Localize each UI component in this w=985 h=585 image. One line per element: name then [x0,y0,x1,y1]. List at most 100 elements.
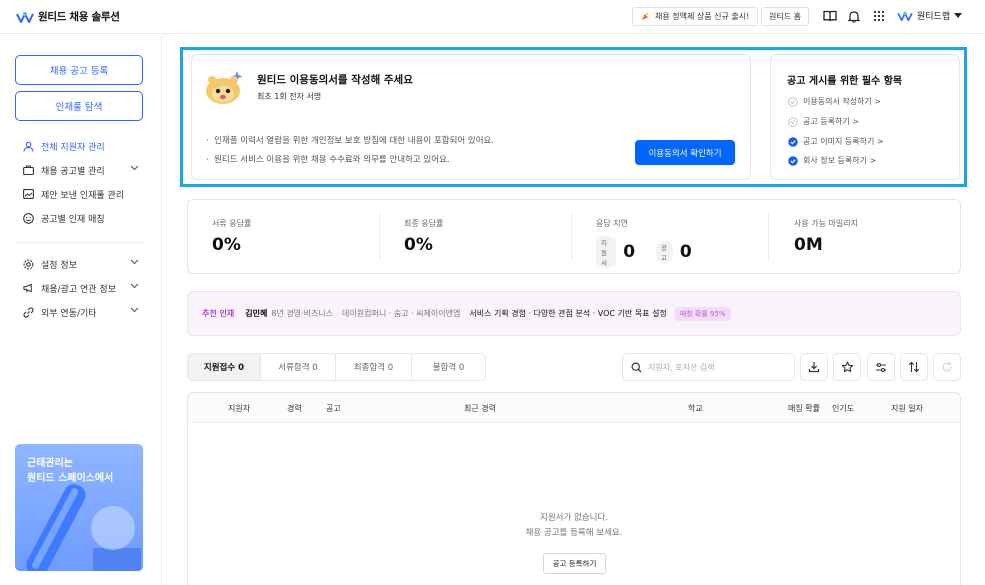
stat-divider [768,213,769,261]
search-box[interactable] [622,353,795,381]
talent-meta: 8년 경영·비즈니스 [271,309,334,318]
promo-banner-button[interactable]: 채용 정액제 상품 신규 출시! [632,7,759,26]
column-header[interactable]: 학교 [688,403,703,414]
empty-state-message: 지원서가 없습니다. [540,513,608,523]
sidebar-item-label: 공고별 인재 매칭 [41,214,105,225]
smile-icon [23,212,34,224]
check-circle-filled-icon [788,136,798,147]
consent-card: 원티드 이용동의서를 작성해 주세요 최초 1회 전자 서명 · 인재풀 이력서… [191,54,751,180]
apps-grid-icon[interactable] [871,8,887,24]
wanted-space-promo-card[interactable]: 근태관리는 원티드 스페이스에서 [15,444,143,571]
favorite-button[interactable] [833,353,861,381]
sort-button[interactable] [900,353,928,381]
talent-search-button[interactable]: 인재풀 탐색 [15,91,143,121]
tab-final-passed[interactable]: 최종합격 0 [335,354,411,380]
sidebar: 채용 공고 등록 인재풀 탐색 전체 지원자 관리 채용 공고별 관리 제안 보… [0,35,162,585]
sidebar-divider [15,242,145,243]
check-circle-filled-icon [788,155,798,166]
stat-value: 0% [404,235,433,255]
delay-post-value: 0 [679,242,692,262]
image-icon [23,189,34,200]
download-button[interactable] [800,353,828,381]
applicants-table: 지원자 경력 공고 최근 경력 학교 매칭 확률 인기도 지원 일자 지원서가 … [187,392,961,585]
filter-button[interactable] [867,353,895,381]
bell-icon[interactable] [846,8,862,24]
empty-state-hint: 채용 공고를 등록해 보세요. [525,528,623,538]
column-header[interactable]: 경력 [287,403,302,414]
consent-bullet: · 인재풀 이력서 열람을 위한 개인정보 보호 방침에 대한 내용이 포함되어… [206,136,495,146]
promo-illustration [26,484,141,571]
check-circle-outline-icon [788,116,798,127]
company-logo-icon [897,11,913,21]
post-job-button[interactable]: 채용 공고 등록 [15,55,143,85]
sidebar-item-integrations[interactable]: 외부 연동/기타 [23,304,141,320]
tab-received[interactable]: 지원접수 0 [188,354,260,380]
user-menu[interactable]: 원티드랩 [897,9,963,22]
user-name: 원티드랩 [917,12,951,22]
check-circle-outline-icon [788,96,798,107]
mascot-icon [206,71,243,104]
requirement-item[interactable]: 회사 정보 등록하기 > [788,155,876,166]
talent-name: 김민혜 [245,309,268,318]
app-title: 원티드 채용 솔루션 [38,11,120,23]
stat-divider [379,213,380,261]
sidebar-item-job-posts[interactable]: 채용 공고별 관리 [23,162,141,178]
requirement-label: 공고 이미지 등록하기 > [803,137,884,146]
megaphone-icon [23,283,34,294]
requirements-card: 공고 게시를 위한 필수 항목 이용동의서 작성하기 > 공고 등록하기 > 공… [770,54,960,180]
requirement-item[interactable]: 이용동의서 작성하기 > [788,96,881,107]
promo-text: 채용 정액제 상품 신규 출시! [655,12,750,21]
briefcase-icon [23,165,34,176]
talent-skills: 서비스 기획 경험 · 다양한 관점 분석 · VOC 기반 목표 설정 [469,309,667,318]
chevron-down-icon [130,283,139,289]
consent-subtitle: 최초 1회 전자 서명 [257,92,322,101]
sidebar-item-talent-matching[interactable]: 공고별 인재 매칭 [23,210,141,226]
recommended-talent-bar[interactable]: 추천 인재 김민혜 8년 경영·비즈니스 데이원컴퍼니 · 숨고 · 씨제이이앤… [187,291,961,336]
stat-value: 0M [794,235,823,255]
delay-post-badge: 공고 [655,241,673,263]
consent-bullet-text: 원티드 서비스 이용을 위한 채용 수수료와 의무를 안내하고 있어요. [214,155,450,165]
tab-rejected[interactable]: 불합격 0 [411,354,485,380]
sidebar-item-label: 전체 지원자 관리 [41,142,105,153]
refresh-icon [942,361,952,372]
sidebar-item-label: 채용 공고별 관리 [41,166,105,177]
requirement-label: 회사 정보 등록하기 > [803,156,877,165]
book-icon[interactable] [822,8,838,24]
tab-doc-passed[interactable]: 서류합격 0 [260,354,335,380]
refresh-button[interactable] [933,353,961,381]
stat-divider [571,213,572,261]
wanted-home-button[interactable]: 원티드 홈 [761,7,809,26]
sidebar-item-label: 제안 보낸 인재풀 관리 [41,190,125,201]
chevron-down-icon [130,165,139,171]
consent-bullet-text: 인재풀 이력서 열람을 위한 개인정보 보호 방침에 대한 내용이 포함되어 있… [214,136,495,146]
requirement-item[interactable]: 공고 등록하기 > [788,116,859,127]
sort-icon [908,361,920,373]
column-header[interactable]: 공고 [326,403,341,414]
search-input[interactable] [648,362,788,372]
view-consent-button[interactable]: 이용동의서 확인하기 [635,140,735,165]
sidebar-item-all-applicants[interactable]: 전체 지원자 관리 [23,138,141,154]
column-header[interactable]: 지원자 [228,403,250,414]
sidebar-item-label: 설정 정보 [41,260,77,271]
party-popper-icon [641,12,649,21]
sidebar-item-settings[interactable]: 설정 정보 [23,256,141,272]
column-header[interactable]: 매칭 확률 [788,403,820,414]
app-logo[interactable]: 원티드 채용 솔루션 [16,9,120,24]
star-icon [841,361,853,373]
requirement-item[interactable]: 공고 이미지 등록하기 > [788,136,884,147]
chevron-down-icon [130,259,139,265]
sidebar-item-proposals[interactable]: 제안 보낸 인재풀 관리 [23,186,141,202]
delay-applicant-value: 0 [623,242,636,262]
chevron-down-icon [130,307,139,313]
talent-companies: 데이원컴퍼니 · 숨고 · 씨제이이앤엠 [342,309,461,318]
sidebar-item-ad-info[interactable]: 채용/광고 연관 정보 [23,280,141,296]
stat-label: 응답 지연 [596,219,628,228]
sidebar-item-label: 채용/광고 연관 정보 [41,284,116,295]
column-header[interactable]: 인기도 [832,403,854,414]
requirements-title: 공고 게시를 위한 필수 항목 [787,76,903,87]
column-header[interactable]: 지원 일자 [891,403,923,414]
register-job-button[interactable]: 공고 등록하기 [543,553,606,574]
status-tabs: 지원접수 0 서류합격 0 최종합격 0 불합격 0 [187,353,486,381]
requirement-label: 이용동의서 작성하기 > [803,97,882,106]
column-header[interactable]: 최근 경력 [464,403,496,414]
